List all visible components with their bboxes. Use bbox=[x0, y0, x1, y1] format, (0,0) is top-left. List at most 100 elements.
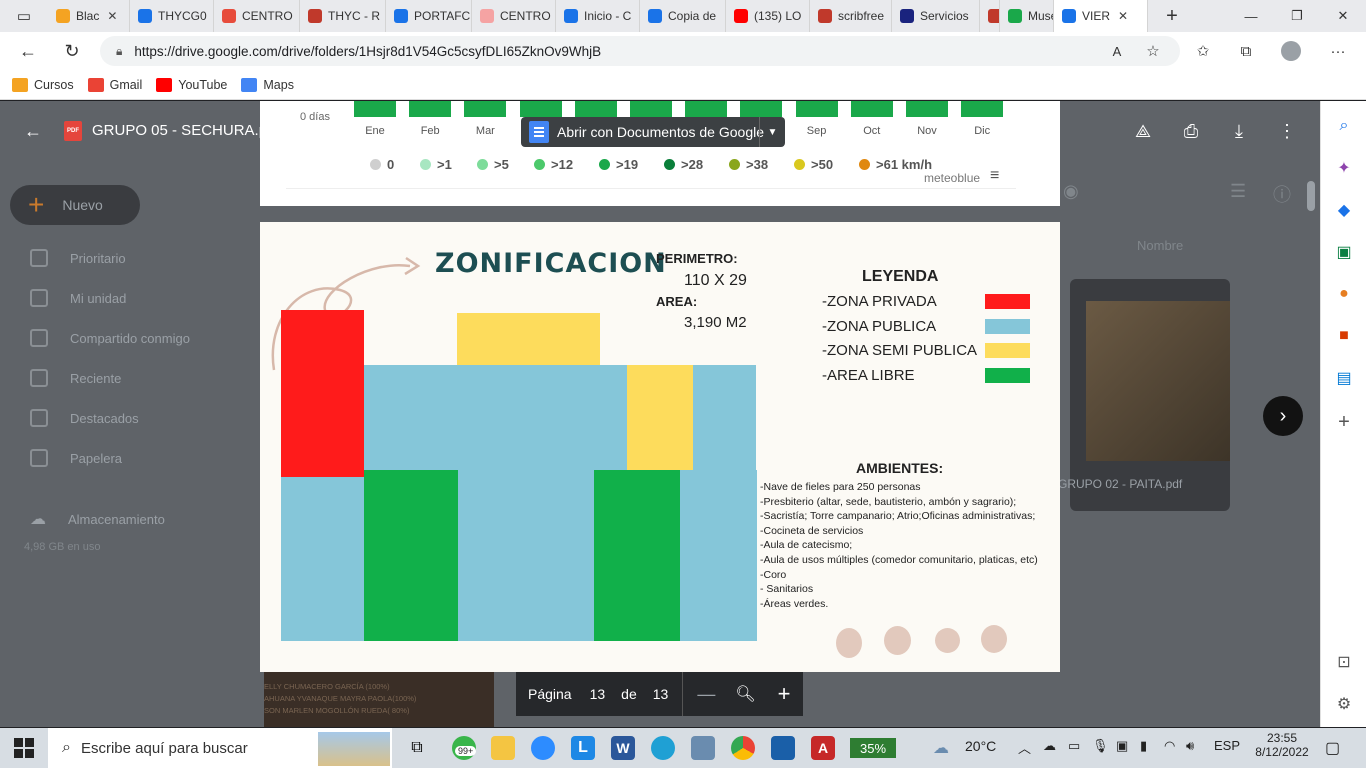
new-tab-button[interactable]: + bbox=[1158, 0, 1186, 32]
tab-favicon-icon bbox=[138, 9, 152, 23]
onedrive-icon[interactable]: ☁ bbox=[1043, 738, 1056, 754]
search-icon[interactable]: ⌕ bbox=[1333, 115, 1355, 137]
tab-actions-icon[interactable]: ▭ bbox=[0, 0, 48, 34]
office-icon[interactable]: ■ bbox=[1333, 325, 1355, 347]
outlook-icon[interactable]: ▤ bbox=[1333, 367, 1355, 389]
taskbar-search-input[interactable]: ⌕ Escribe aquí para buscar bbox=[48, 728, 392, 768]
browser-tab[interactable]: VIER ✕ bbox=[1054, 0, 1148, 32]
zoom-icon[interactable] bbox=[531, 736, 555, 760]
refresh-icon[interactable]: ↻ bbox=[54, 33, 90, 69]
snippet-line: SON MARLEN MOGOLLÓN RUEDA( 80%) bbox=[264, 706, 410, 715]
bookmark-item[interactable]: Cursos bbox=[12, 77, 74, 92]
bookmark-icon bbox=[156, 77, 173, 92]
file-explorer-icon[interactable] bbox=[491, 736, 515, 760]
close-viewer-back-icon[interactable]: ← bbox=[20, 118, 46, 144]
tools-icon[interactable]: ▣ bbox=[1333, 241, 1355, 263]
open-with-docs-button[interactable]: Abrir con Documentos de Google ▼ bbox=[521, 117, 785, 147]
edge-icon[interactable] bbox=[651, 736, 675, 760]
chart-bar bbox=[574, 101, 617, 117]
browser-tab[interactable]: Servicios bbox=[892, 0, 980, 32]
pdf-icon: PDF bbox=[64, 121, 82, 141]
scrollbar-thumb[interactable] bbox=[1307, 181, 1315, 211]
browser-tab[interactable]: PORTAFC bbox=[386, 0, 472, 32]
hide-sidebar-icon[interactable]: ⊡ bbox=[1333, 651, 1355, 673]
browser-tab[interactable]: Copia de bbox=[640, 0, 726, 32]
browser-tab[interactable]: THYC - R bbox=[300, 0, 386, 32]
l-app-icon[interactable]: L bbox=[571, 736, 595, 760]
download-icon[interactable]: ⤓ bbox=[1226, 118, 1252, 144]
show-hidden-icons[interactable]: ︿ bbox=[1018, 738, 1031, 757]
chrome-icon[interactable] bbox=[731, 736, 755, 760]
url-input[interactable]: 🔒︎ https://drive.google.com/drive/folder… bbox=[100, 36, 1180, 66]
month-tick-label: Mar bbox=[475, 125, 495, 137]
battery-icon[interactable]: ▮ bbox=[1140, 738, 1147, 754]
remote-desktop-icon[interactable] bbox=[691, 736, 715, 760]
sidebar-settings-icon[interactable]: ⚙ bbox=[1333, 693, 1355, 715]
browser-tab[interactable]: scribfree bbox=[810, 0, 892, 32]
display-icon[interactable]: ▣ bbox=[1116, 738, 1128, 754]
wifi-icon[interactable]: ◠ bbox=[1164, 738, 1175, 754]
restore-button[interactable]: ❐ bbox=[1274, 0, 1320, 32]
add-favorite-icon[interactable]: ☆ bbox=[1140, 38, 1166, 64]
browser-tab[interactable] bbox=[980, 0, 1000, 32]
bookmark-item[interactable]: Gmail bbox=[87, 77, 143, 92]
games-icon[interactable]: ● bbox=[1333, 283, 1355, 305]
bookmark-item[interactable]: Maps bbox=[241, 77, 294, 92]
zoom-reset-icon[interactable]: 🔍︎ bbox=[735, 684, 755, 704]
chart-bar bbox=[740, 101, 783, 117]
next-file-button[interactable]: › bbox=[1263, 396, 1303, 436]
volume-icon[interactable]: 🔊︎ bbox=[1186, 738, 1194, 754]
browser-tab[interactable]: (135) LO bbox=[726, 0, 810, 32]
browser-tab[interactable]: Inicio - C bbox=[556, 0, 640, 32]
add-shortcut-drive-icon[interactable]: ⟁ bbox=[1130, 118, 1156, 144]
close-window-button[interactable]: ✕ bbox=[1320, 0, 1366, 32]
task-view-icon[interactable]: ⧉ bbox=[405, 736, 429, 760]
collections-icon[interactable]: ⧉ bbox=[1233, 38, 1259, 64]
bookmark-item[interactable]: YouTube bbox=[156, 77, 227, 92]
tab-label: scribfree bbox=[838, 9, 885, 23]
chevron-down-icon[interactable]: ▼ bbox=[759, 117, 785, 147]
browser-tab[interactable]: CENTRO bbox=[214, 0, 300, 32]
storage-label: Almacenamiento bbox=[68, 511, 165, 527]
copilot-icon[interactable]: ✦ bbox=[1333, 157, 1355, 179]
month-tick-label: Feb bbox=[420, 125, 440, 137]
notifications-icon[interactable]: ▢ bbox=[1325, 738, 1340, 758]
zone-legend-swatch bbox=[985, 318, 1030, 334]
language-indicator[interactable]: ESP bbox=[1214, 738, 1240, 753]
legend-label: >28 bbox=[681, 157, 704, 172]
close-tab-icon[interactable]: ✕ bbox=[1118, 9, 1128, 23]
page-of-label: de bbox=[621, 686, 637, 702]
browser-tab[interactable]: THYCG0 bbox=[130, 0, 214, 32]
acrobat-icon[interactable]: A bbox=[811, 736, 835, 760]
legend-label: >61 km/h bbox=[876, 157, 933, 172]
temperature[interactable]: 20°C bbox=[965, 738, 996, 754]
add-icon[interactable]: + bbox=[1333, 411, 1355, 433]
shopping-icon[interactable]: ◆ bbox=[1333, 199, 1355, 221]
profile-icon[interactable] bbox=[1278, 38, 1304, 64]
sketchup-icon[interactable] bbox=[771, 736, 795, 760]
clock[interactable]: 23:55 8/12/2022 bbox=[1252, 731, 1312, 759]
read-aloud-icon[interactable]: A bbox=[1104, 38, 1130, 64]
zoom-in-icon[interactable]: + bbox=[778, 681, 791, 707]
zoom-out-icon[interactable]: — bbox=[697, 684, 715, 705]
minimize-button[interactable]: — bbox=[1228, 0, 1274, 32]
windows-start-icon[interactable] bbox=[14, 738, 34, 758]
chart-bar bbox=[630, 101, 672, 117]
device-icon[interactable]: ▭ bbox=[1068, 738, 1080, 754]
browser-tab[interactable]: CENTRO bbox=[472, 0, 556, 32]
page-current-input[interactable]: 13 bbox=[590, 686, 606, 702]
settings-menu-icon[interactable]: ··· bbox=[1325, 38, 1351, 64]
close-tab-icon[interactable]: ✕ bbox=[107, 9, 117, 23]
chart-menu-icon[interactable]: ≡ bbox=[990, 167, 999, 185]
microphone-icon[interactable]: 🎙︎ bbox=[1092, 738, 1109, 754]
tab-favicon-icon bbox=[988, 9, 999, 23]
drive-sidebar-item: Compartido conmigo bbox=[30, 329, 190, 347]
more-actions-icon[interactable]: ⋮ bbox=[1274, 118, 1300, 144]
print-icon[interactable]: ⎙ bbox=[1178, 118, 1204, 144]
word-icon[interactable]: W bbox=[611, 736, 635, 760]
browser-tab[interactable]: Blac ✕ bbox=[48, 0, 130, 32]
browser-tab[interactable]: Muse bbox=[1000, 0, 1054, 32]
bookmark-label: Gmail bbox=[109, 77, 143, 92]
back-icon[interactable]: ← bbox=[10, 33, 46, 69]
favorites-icon[interactable]: ✩ bbox=[1190, 38, 1216, 64]
